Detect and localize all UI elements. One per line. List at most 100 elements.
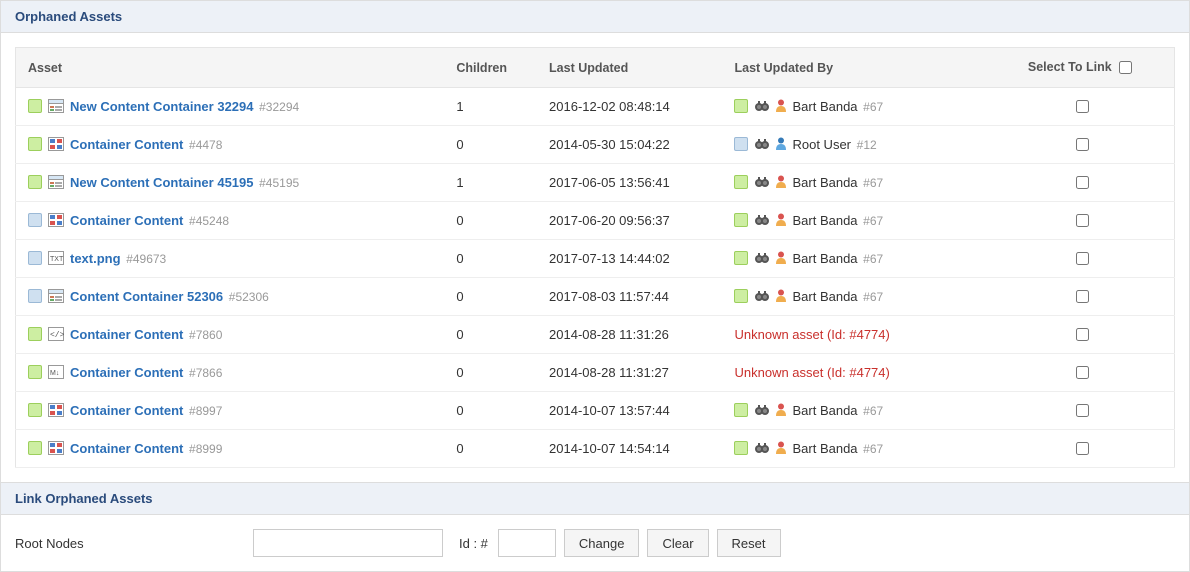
select-cell: [989, 202, 1174, 240]
table-row: TXTtext.png #4967302017-07-13 14:44:02Ba…: [16, 240, 1175, 278]
asset-cell: </>Container Content #7860: [16, 316, 445, 354]
user-icon: [774, 212, 788, 229]
user-name: Bart Banda: [792, 175, 857, 190]
binoculars-icon[interactable]: [754, 440, 770, 457]
user-icon: [774, 136, 788, 153]
binoculars-icon[interactable]: [754, 174, 770, 191]
col-updated: Last Updated: [537, 48, 722, 88]
user-name: Bart Banda: [792, 403, 857, 418]
updated-by-cell: Bart Banda #67: [722, 164, 989, 202]
unknown-asset-text: Unknown asset (Id: #4774): [734, 327, 889, 342]
table-row: Container Content #447802014-05-30 15:04…: [16, 126, 1175, 164]
id-input[interactable]: [498, 529, 556, 557]
root-nodes-input[interactable]: [253, 529, 443, 557]
asset-link[interactable]: Container Content: [70, 213, 183, 228]
table-row: </>Container Content #786002014-08-28 11…: [16, 316, 1175, 354]
asset-link[interactable]: Container Content: [70, 441, 183, 456]
select-row-checkbox[interactable]: [1076, 252, 1089, 265]
children-cell: 0: [444, 392, 537, 430]
updated-by-cell: Bart Banda #67: [722, 278, 989, 316]
asset-id: #8997: [189, 404, 222, 418]
asset-id: #7866: [189, 366, 222, 380]
change-button[interactable]: Change: [564, 529, 640, 557]
binoculars-icon[interactable]: [754, 212, 770, 229]
select-row-checkbox[interactable]: [1076, 176, 1089, 189]
updated-cell: 2017-06-05 13:56:41: [537, 164, 722, 202]
user-status-indicator: [734, 175, 748, 189]
children-cell: 0: [444, 278, 537, 316]
updated-by-cell: Bart Banda #67: [722, 430, 989, 468]
asset-link[interactable]: New Content Container 32294: [70, 99, 254, 114]
binoculars-icon[interactable]: [754, 288, 770, 305]
children-cell: 1: [444, 88, 537, 126]
reset-button[interactable]: Reset: [717, 529, 781, 557]
updated-cell: 2014-10-07 13:57:44: [537, 392, 722, 430]
asset-link[interactable]: New Content Container 45195: [70, 175, 254, 190]
children-cell: 1: [444, 164, 537, 202]
select-row-checkbox[interactable]: [1076, 404, 1089, 417]
status-indicator: [28, 175, 42, 189]
updated-by-cell: Bart Banda #67: [722, 88, 989, 126]
user-id: #67: [863, 442, 883, 456]
select-row-checkbox[interactable]: [1076, 100, 1089, 113]
updated-by-cell: Bart Banda #67: [722, 392, 989, 430]
clear-button[interactable]: Clear: [647, 529, 708, 557]
binoculars-icon[interactable]: [754, 402, 770, 419]
select-all-checkbox[interactable]: [1119, 61, 1132, 74]
binoculars-icon[interactable]: [754, 98, 770, 115]
user-status-indicator: [734, 289, 748, 303]
svg-text:TXT: TXT: [50, 256, 64, 263]
select-row-checkbox[interactable]: [1076, 442, 1089, 455]
id-label: Id : #: [459, 536, 488, 551]
status-indicator: [28, 289, 42, 303]
col-children: Children: [444, 48, 537, 88]
select-cell: [989, 392, 1174, 430]
asset-cell: Container Content #8999: [16, 430, 445, 468]
children-cell: 0: [444, 354, 537, 392]
asset-link[interactable]: Container Content: [70, 137, 183, 152]
select-cell: [989, 354, 1174, 392]
updated-cell: 2014-08-28 11:31:26: [537, 316, 722, 354]
asset-link[interactable]: Container Content: [70, 403, 183, 418]
select-row-checkbox[interactable]: [1076, 328, 1089, 341]
asset-cell: Container Content #8997: [16, 392, 445, 430]
asset-type-icon: [48, 441, 64, 455]
select-row-checkbox[interactable]: [1076, 290, 1089, 303]
user-icon: [774, 402, 788, 419]
col-updated-by: Last Updated By: [722, 48, 989, 88]
asset-type-icon: M↓: [48, 365, 64, 379]
table-row: Container Content #4524802017-06-20 09:5…: [16, 202, 1175, 240]
status-indicator: [28, 365, 42, 379]
svg-text:</>: </>: [50, 331, 64, 340]
asset-id: #45195: [259, 176, 299, 190]
asset-type-icon: [48, 99, 64, 113]
user-status-indicator: [734, 251, 748, 265]
status-indicator: [28, 441, 42, 455]
updated-cell: 2017-06-20 09:56:37: [537, 202, 722, 240]
user-name: Bart Banda: [792, 441, 857, 456]
asset-link[interactable]: text.png: [70, 251, 121, 266]
asset-link[interactable]: Content Container 52306: [70, 289, 223, 304]
select-row-checkbox[interactable]: [1076, 138, 1089, 151]
updated-cell: 2017-08-03 11:57:44: [537, 278, 722, 316]
user-icon: [774, 174, 788, 191]
table-row: Container Content #899702014-10-07 13:57…: [16, 392, 1175, 430]
select-row-checkbox[interactable]: [1076, 366, 1089, 379]
select-cell: [989, 88, 1174, 126]
asset-cell: New Content Container 45195 #45195: [16, 164, 445, 202]
asset-link[interactable]: Container Content: [70, 327, 183, 342]
asset-id: #8999: [189, 442, 222, 456]
user-id: #67: [863, 290, 883, 304]
asset-link[interactable]: Container Content: [70, 365, 183, 380]
select-cell: [989, 240, 1174, 278]
table-row: New Content Container 45195 #4519512017-…: [16, 164, 1175, 202]
asset-cell: Content Container 52306 #52306: [16, 278, 445, 316]
asset-id: #49673: [126, 252, 166, 266]
binoculars-icon[interactable]: [754, 136, 770, 153]
select-row-checkbox[interactable]: [1076, 214, 1089, 227]
binoculars-icon[interactable]: [754, 250, 770, 267]
status-indicator: [28, 327, 42, 341]
user-icon: [774, 440, 788, 457]
updated-by-cell: Bart Banda #67: [722, 240, 989, 278]
children-cell: 0: [444, 316, 537, 354]
